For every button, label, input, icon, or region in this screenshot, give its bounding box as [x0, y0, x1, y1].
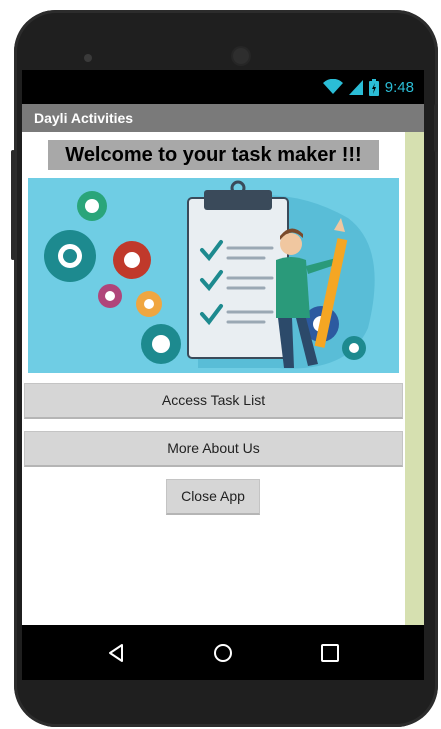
device-screen: 9:48 Dayli Activities Welcome to your ta… — [22, 70, 424, 680]
status-bar: 9:48 — [22, 70, 424, 104]
gear-icon — [77, 191, 107, 221]
back-icon[interactable] — [96, 633, 136, 673]
home-icon[interactable] — [203, 633, 243, 673]
gear-icon — [141, 324, 181, 364]
wifi-icon — [322, 79, 343, 95]
gear-icon — [98, 284, 122, 308]
battery-icon — [368, 78, 379, 96]
screen-edge-strip — [405, 132, 424, 625]
recents-icon[interactable] — [310, 633, 350, 673]
gear-icon — [136, 291, 162, 317]
front-sensor — [84, 54, 92, 62]
navigation-bar — [22, 625, 424, 680]
main-content: Welcome to your task maker !!! Access Ta… — [22, 132, 405, 625]
volume-button — [11, 150, 15, 260]
gear-icon — [342, 336, 366, 360]
access-task-list-button[interactable]: Access Task List — [24, 383, 403, 419]
gear-icon — [44, 230, 96, 282]
task-checklist-illustration — [28, 178, 399, 373]
close-app-button[interactable]: Close App — [166, 479, 260, 515]
status-time: 9:48 — [384, 78, 414, 96]
power-button — [434, 104, 438, 152]
app-title-bar: Dayli Activities — [22, 104, 424, 132]
signal-icon — [348, 79, 363, 95]
more-about-us-button[interactable]: More About Us — [24, 431, 403, 467]
front-camera — [233, 48, 249, 64]
app-title: Dayli Activities — [34, 110, 134, 126]
gear-icon — [113, 241, 151, 279]
welcome-heading: Welcome to your task maker !!! — [48, 140, 379, 170]
